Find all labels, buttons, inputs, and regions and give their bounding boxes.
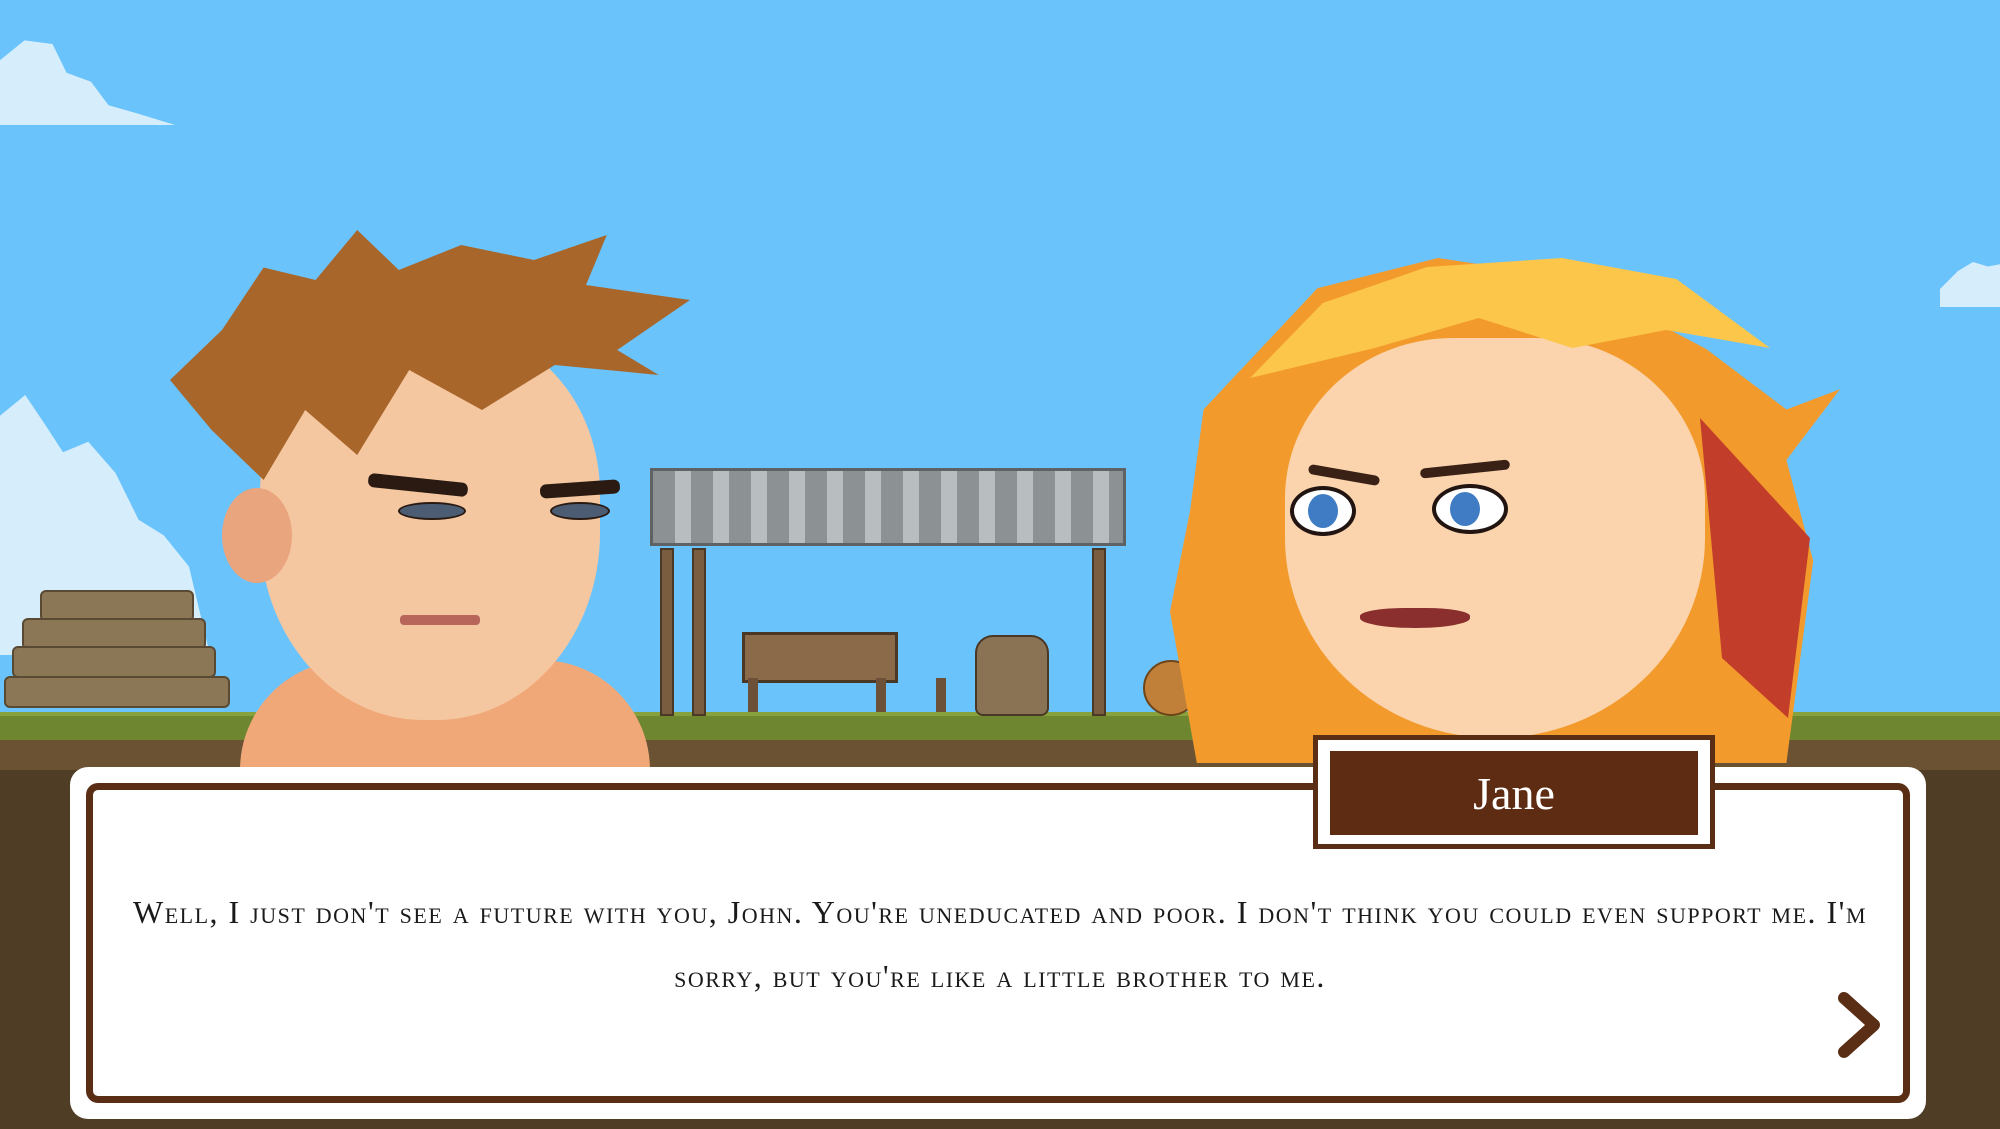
dialogue-text: Well, I just don't see a future with you… [132,894,1868,994]
jane-face [1285,338,1705,738]
jane-eye [1432,484,1508,534]
grain-sack [975,635,1049,716]
jane-portrait [1170,258,1840,763]
bench-leg [876,678,886,712]
bench-leg [936,678,946,712]
john-eye [398,502,466,520]
market-stall-awning [650,468,1126,546]
next-dialogue-button[interactable] [1830,990,1890,1060]
crate-bench [742,632,898,683]
stall-pole [692,548,706,716]
speaker-name: Jane [1473,767,1555,819]
speaker-name-plate-inner: Jane [1330,751,1698,835]
john-ear [222,488,292,583]
jane-eye [1290,486,1356,536]
stall-pole [1092,548,1106,716]
bench-leg [748,678,758,712]
john-mouth [400,615,480,625]
chevron-right-icon [1838,992,1880,1058]
jane-mouth [1360,608,1470,628]
john-portrait [150,230,690,770]
john-eye [550,502,610,520]
